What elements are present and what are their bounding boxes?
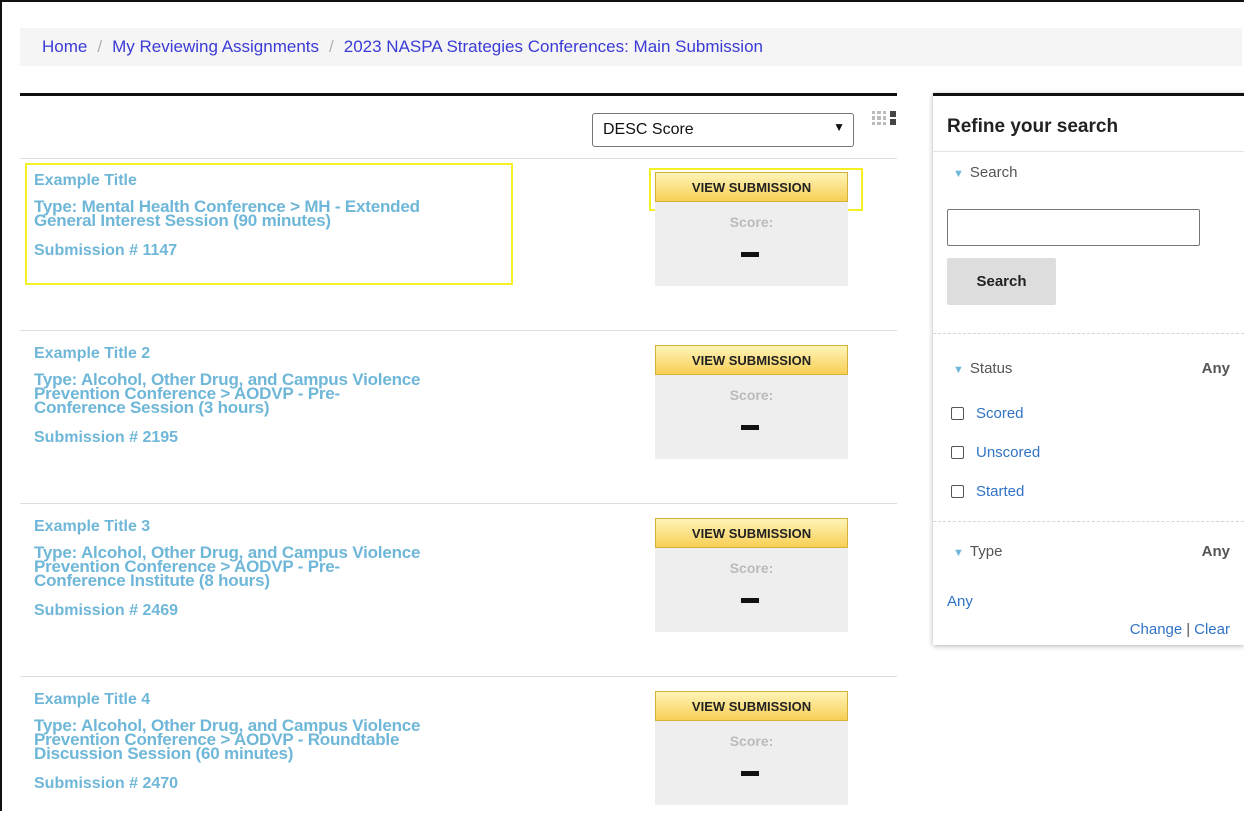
type-filter-label[interactable]: ▼ Type (953, 543, 1002, 560)
checkbox[interactable] (951, 446, 964, 459)
submission-info: Example Title 2 Type: Alcohol, Other Dru… (34, 345, 524, 447)
submission-info: Example Title 3 Type: Alcohol, Other Dru… (34, 518, 524, 620)
submission-type: Type: Mental Health Conference > MH - Ex… (34, 198, 524, 230)
submission-type-line: Conference Session (3 hours) (34, 398, 270, 417)
score-empty-dash (741, 252, 759, 257)
submission-title-link[interactable]: Example Title (34, 172, 524, 190)
score-box: Score: (655, 548, 848, 632)
type-filter-value: Any (1201, 543, 1230, 560)
window-top-border (0, 0, 1244, 2)
search-filter-label-text: Search (969, 164, 1018, 181)
view-submission-button[interactable]: VIEW SUBMISSION (655, 345, 848, 375)
submission-type-line: Conference Institute (8 hours) (34, 571, 270, 590)
status-filter-label-text: Status (969, 360, 1013, 377)
score-label: Score: (729, 214, 774, 230)
submission-list: DESC Score ▼ Example Title Type: Mental … (20, 93, 897, 814)
search-input[interactable] (947, 209, 1200, 246)
window-left-border (0, 0, 2, 811)
view-submission-button[interactable]: VIEW SUBMISSION (655, 691, 848, 721)
sidebar-title: Refine your search (947, 116, 1119, 137)
score-empty-dash (741, 425, 759, 430)
submission-type-line: General Interest Session (90 minutes) (34, 211, 331, 230)
breadcrumb-conference-link[interactable]: 2023 NASPA Strategies Conferences: Main … (344, 37, 763, 57)
clear-type-link[interactable]: Clear (1194, 621, 1230, 638)
checkbox[interactable] (951, 485, 964, 498)
submission-title-link[interactable]: Example Title 2 (34, 345, 524, 363)
status-filter-value: Any (1201, 360, 1230, 377)
breadcrumb-reviewing-assignments-link[interactable]: My Reviewing Assignments (112, 37, 319, 57)
checkbox-label[interactable]: Started (976, 483, 1024, 500)
breadcrumb: Home / My Reviewing Assignments / 2023 N… (20, 28, 1242, 66)
divider (933, 333, 1244, 334)
view-submission-button[interactable]: VIEW SUBMISSION (655, 172, 848, 202)
chevron-down-icon: ▼ (833, 120, 845, 134)
status-option-scored[interactable]: Scored (951, 405, 1024, 422)
submission-type-line: Discussion Session (60 minutes) (34, 744, 294, 763)
action-divider: | (1186, 621, 1191, 638)
status-filter-label[interactable]: ▼ Status (953, 360, 1012, 377)
score-box: Score: (655, 721, 848, 805)
divider (933, 151, 1244, 152)
breadcrumb-separator: / (97, 37, 103, 56)
score-label: Score: (729, 387, 774, 403)
type-selected-value: Any (947, 593, 973, 610)
submission-type: Type: Alcohol, Other Drug, and Campus Vi… (34, 371, 524, 417)
breadcrumb-home-link[interactable]: Home (42, 37, 87, 57)
divider (933, 521, 1244, 522)
score-box: Score: (655, 202, 848, 286)
submission-number: Submission # 2470 (34, 775, 179, 792)
type-filter-label-text: Type (969, 543, 1003, 560)
status-option-started[interactable]: Started (951, 483, 1024, 500)
type-filter-actions: Change | Clear (1130, 621, 1230, 638)
search-button[interactable]: Search (947, 258, 1056, 305)
large-grid-view-icon[interactable] (890, 111, 897, 125)
status-option-unscored[interactable]: Unscored (951, 444, 1040, 461)
small-grid-view-icon[interactable] (872, 111, 886, 125)
score-empty-dash (741, 771, 759, 776)
checkbox[interactable] (951, 407, 964, 420)
search-filter-label[interactable]: ▼ Search (953, 164, 1017, 181)
submission-info: Example Title Type: Mental Health Confer… (34, 172, 524, 260)
score-label: Score: (729, 733, 774, 749)
list-toolbar: DESC Score ▼ (20, 96, 897, 159)
submission-number: Submission # 1147 (34, 242, 178, 259)
change-type-link[interactable]: Change (1130, 621, 1183, 638)
submission-type: Type: Alcohol, Other Drug, and Campus Vi… (34, 717, 524, 763)
submission-info: Example Title 4 Type: Alcohol, Other Dru… (34, 691, 524, 793)
submission-row: Example Title 3 Type: Alcohol, Other Dru… (20, 504, 897, 677)
submission-row: Example Title Type: Mental Health Confer… (20, 158, 897, 331)
submission-row: Example Title 4 Type: Alcohol, Other Dru… (20, 677, 897, 814)
submission-row: Example Title 2 Type: Alcohol, Other Dru… (20, 331, 897, 504)
score-empty-dash (741, 598, 759, 603)
triangle-down-icon: ▼ (953, 168, 964, 180)
view-submission-button[interactable]: VIEW SUBMISSION (655, 518, 848, 548)
sort-select-value: DESC Score (603, 121, 694, 138)
checkbox-label[interactable]: Unscored (976, 444, 1040, 461)
submission-title-link[interactable]: Example Title 4 (34, 691, 524, 709)
submission-type: Type: Alcohol, Other Drug, and Campus Vi… (34, 544, 524, 590)
score-box: Score: (655, 375, 848, 459)
refine-search-panel: Refine your search ▼ Search Search ▼ Statu… (933, 93, 1244, 645)
breadcrumb-separator: / (329, 37, 334, 56)
triangle-down-icon: ▼ (953, 364, 964, 376)
sort-select[interactable]: DESC Score ▼ (592, 113, 854, 147)
checkbox-label[interactable]: Scored (976, 405, 1024, 422)
triangle-down-icon: ▼ (953, 547, 964, 559)
submission-number: Submission # 2195 (34, 429, 179, 446)
submission-title-link[interactable]: Example Title 3 (34, 518, 524, 536)
submission-number: Submission # 2469 (34, 602, 179, 619)
score-label: Score: (729, 560, 774, 576)
